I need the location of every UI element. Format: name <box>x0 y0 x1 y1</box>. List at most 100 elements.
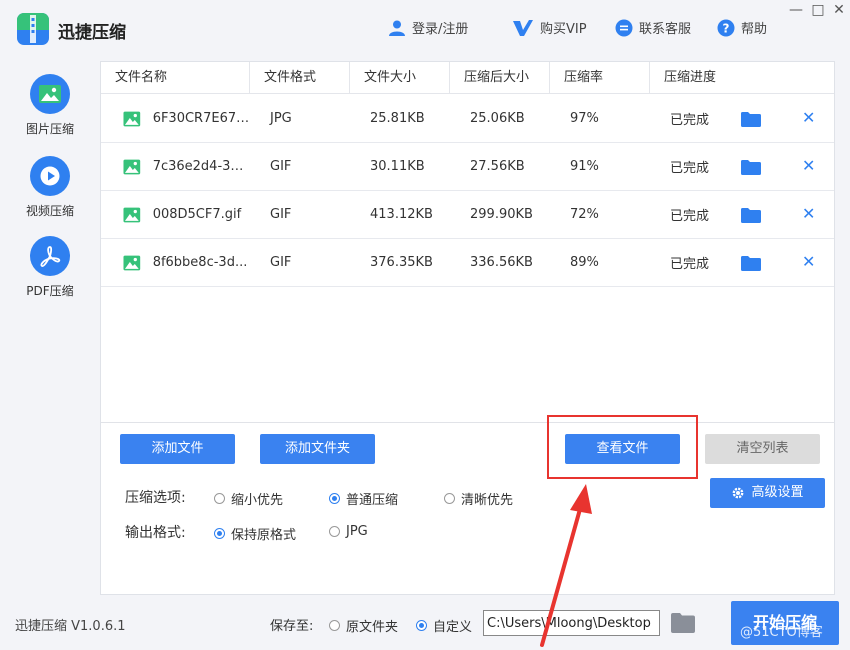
sidebar-item-pdf-compress[interactable]: PDF压缩 <box>12 236 88 299</box>
file-name: 7c36e2d4-32... <box>152 159 251 174</box>
progress-status: 已完成 <box>670 209 710 224</box>
table-row[interactable]: 8f6bbe8c-3d... GIF 376.35KB 336.56KB 89%… <box>101 239 834 287</box>
image-icon <box>30 74 70 114</box>
table-row[interactable]: 6F30CR7E672... JPG 25.81KB 25.06KB 97% 已… <box>101 95 834 143</box>
radio-normal-compress[interactable]: 普通压缩 <box>329 489 398 508</box>
maximize-button[interactable]: □ <box>811 2 825 18</box>
compression-rate: 97% <box>570 111 599 126</box>
image-file-icon <box>123 111 141 126</box>
advanced-settings-label: 高级设置 <box>751 485 804 500</box>
column-header-progress: 压缩进度 <box>664 70 717 85</box>
file-name: 8f6bbe8c-3d... <box>152 255 248 270</box>
image-file-icon <box>123 159 141 174</box>
radio-custom-folder[interactable]: 自定义 <box>416 616 472 635</box>
column-header-compressed-size: 压缩后大小 <box>450 62 550 94</box>
clear-list-button[interactable]: 清空列表 <box>705 434 820 464</box>
column-header-rate: 压缩率 <box>550 62 650 94</box>
sidebar-item-image-compress[interactable]: 图片压缩 <box>12 74 88 137</box>
help-link[interactable]: ? 帮助 <box>717 18 767 37</box>
radio-original-folder[interactable]: 原文件夹 <box>329 616 398 635</box>
file-format: GIF <box>270 255 292 270</box>
version-label: 迅捷压缩 V1.0.6.1 <box>15 619 126 634</box>
help-icon: ? <box>717 19 735 36</box>
column-header-format: 文件格式 <box>250 62 350 94</box>
sidebar-item-video-compress[interactable]: 视频压缩 <box>12 156 88 219</box>
radio-clarity-first[interactable]: 清晰优先 <box>444 489 513 508</box>
file-format: GIF <box>270 207 292 222</box>
chat-icon <box>615 19 633 36</box>
sidebar-item-label: 图片压缩 <box>25 122 74 136</box>
column-header-name: 文件名称 <box>101 62 250 94</box>
file-rows: 6F30CR7E672... JPG 25.81KB 25.06KB 97% 已… <box>101 95 834 287</box>
divider <box>101 422 834 423</box>
compressed-size: 336.56KB <box>470 255 533 270</box>
file-format: JPG <box>270 111 292 126</box>
compress-options-label: 压缩选项: <box>125 490 186 506</box>
annotation-arrow-icon <box>540 484 592 647</box>
compression-rate: 89% <box>570 255 599 270</box>
user-icon <box>389 20 405 36</box>
remove-file-icon[interactable]: ✕ <box>802 204 815 223</box>
table-row[interactable]: 008D5CF7.gif GIF 413.12KB 299.90KB 72% 已… <box>101 191 834 239</box>
support-label: 联系客服 <box>639 22 692 37</box>
buy-vip-link[interactable]: 购买VIP <box>512 18 587 37</box>
title-bar: 迅捷压缩 登录/注册 购买VIP 联系客服 ? 帮助 — □ ✕ <box>0 0 850 60</box>
open-folder-icon[interactable] <box>741 256 761 271</box>
table-row[interactable]: 7c36e2d4-32... GIF 30.11KB 27.56KB 91% 已… <box>101 143 834 191</box>
vip-label: 购买VIP <box>540 22 587 37</box>
login-link[interactable]: 登录/注册 <box>388 18 468 37</box>
highlight-box <box>547 415 698 479</box>
close-button[interactable]: ✕ <box>832 2 846 18</box>
radio-keep-format[interactable]: 保持原格式 <box>214 524 296 543</box>
login-label: 登录/注册 <box>412 22 469 37</box>
file-list-panel: 文件名称 文件格式 文件大小 压缩后大小 压缩率 压缩进度 6F30CR7E67… <box>100 61 835 595</box>
file-name: 008D5CF7.gif <box>152 207 242 222</box>
advanced-settings-button[interactable]: 高级设置 <box>710 478 825 508</box>
svg-text:?: ? <box>723 21 730 35</box>
table-header: 文件名称 文件格式 文件大小 压缩后大小 压缩率 压缩进度 <box>101 62 834 94</box>
start-compress-button[interactable]: 开始压缩 <box>731 601 839 645</box>
pdf-icon <box>30 236 70 276</box>
file-format: GIF <box>270 159 292 174</box>
play-icon <box>30 156 70 196</box>
sidebar-item-label: PDF压缩 <box>26 284 74 298</box>
sidebar-item-label: 视频压缩 <box>25 204 74 218</box>
app-logo-icon <box>17 13 49 45</box>
help-label: 帮助 <box>741 22 768 37</box>
image-file-icon <box>123 255 141 270</box>
file-size: 30.11KB <box>370 159 425 174</box>
gear-icon <box>733 487 744 499</box>
radio-shrink-first[interactable]: 缩小优先 <box>214 489 283 508</box>
contact-support-link[interactable]: 联系客服 <box>615 18 691 37</box>
open-folder-icon[interactable] <box>741 208 761 223</box>
progress-status: 已完成 <box>670 161 710 176</box>
remove-file-icon[interactable]: ✕ <box>802 108 815 127</box>
progress-status: 已完成 <box>670 113 710 128</box>
file-size: 376.35KB <box>370 255 433 270</box>
compressed-size: 25.06KB <box>470 111 525 126</box>
compression-rate: 72% <box>570 207 599 222</box>
footer-bar: 迅捷压缩 V1.0.6.1 保存至: 原文件夹 自定义 开始压缩 @51CTO博… <box>0 598 850 650</box>
remove-file-icon[interactable]: ✕ <box>802 252 815 271</box>
remove-file-icon[interactable]: ✕ <box>802 156 815 175</box>
compressed-size: 299.90KB <box>470 207 533 222</box>
column-header-size: 文件大小 <box>350 62 450 94</box>
output-format-label: 输出格式: <box>125 525 186 541</box>
add-file-button[interactable]: 添加文件 <box>120 434 235 464</box>
open-folder-icon[interactable] <box>741 112 761 127</box>
file-size: 25.81KB <box>370 111 425 126</box>
radio-jpg[interactable]: JPG <box>329 524 368 539</box>
open-folder-icon[interactable] <box>741 160 761 175</box>
add-folder-button[interactable]: 添加文件夹 <box>260 434 375 464</box>
compressed-size: 27.56KB <box>470 159 525 174</box>
vip-icon <box>513 19 533 36</box>
save-to-label: 保存至: <box>270 619 314 634</box>
image-file-icon <box>123 207 141 222</box>
file-size: 413.12KB <box>370 207 433 222</box>
browse-folder-icon[interactable] <box>671 613 695 633</box>
file-name: 6F30CR7E672... <box>152 111 251 126</box>
minimize-button[interactable]: — <box>789 2 803 18</box>
compression-rate: 91% <box>570 159 599 174</box>
progress-status: 已完成 <box>670 257 710 272</box>
app-title: 迅捷压缩 <box>58 23 126 43</box>
